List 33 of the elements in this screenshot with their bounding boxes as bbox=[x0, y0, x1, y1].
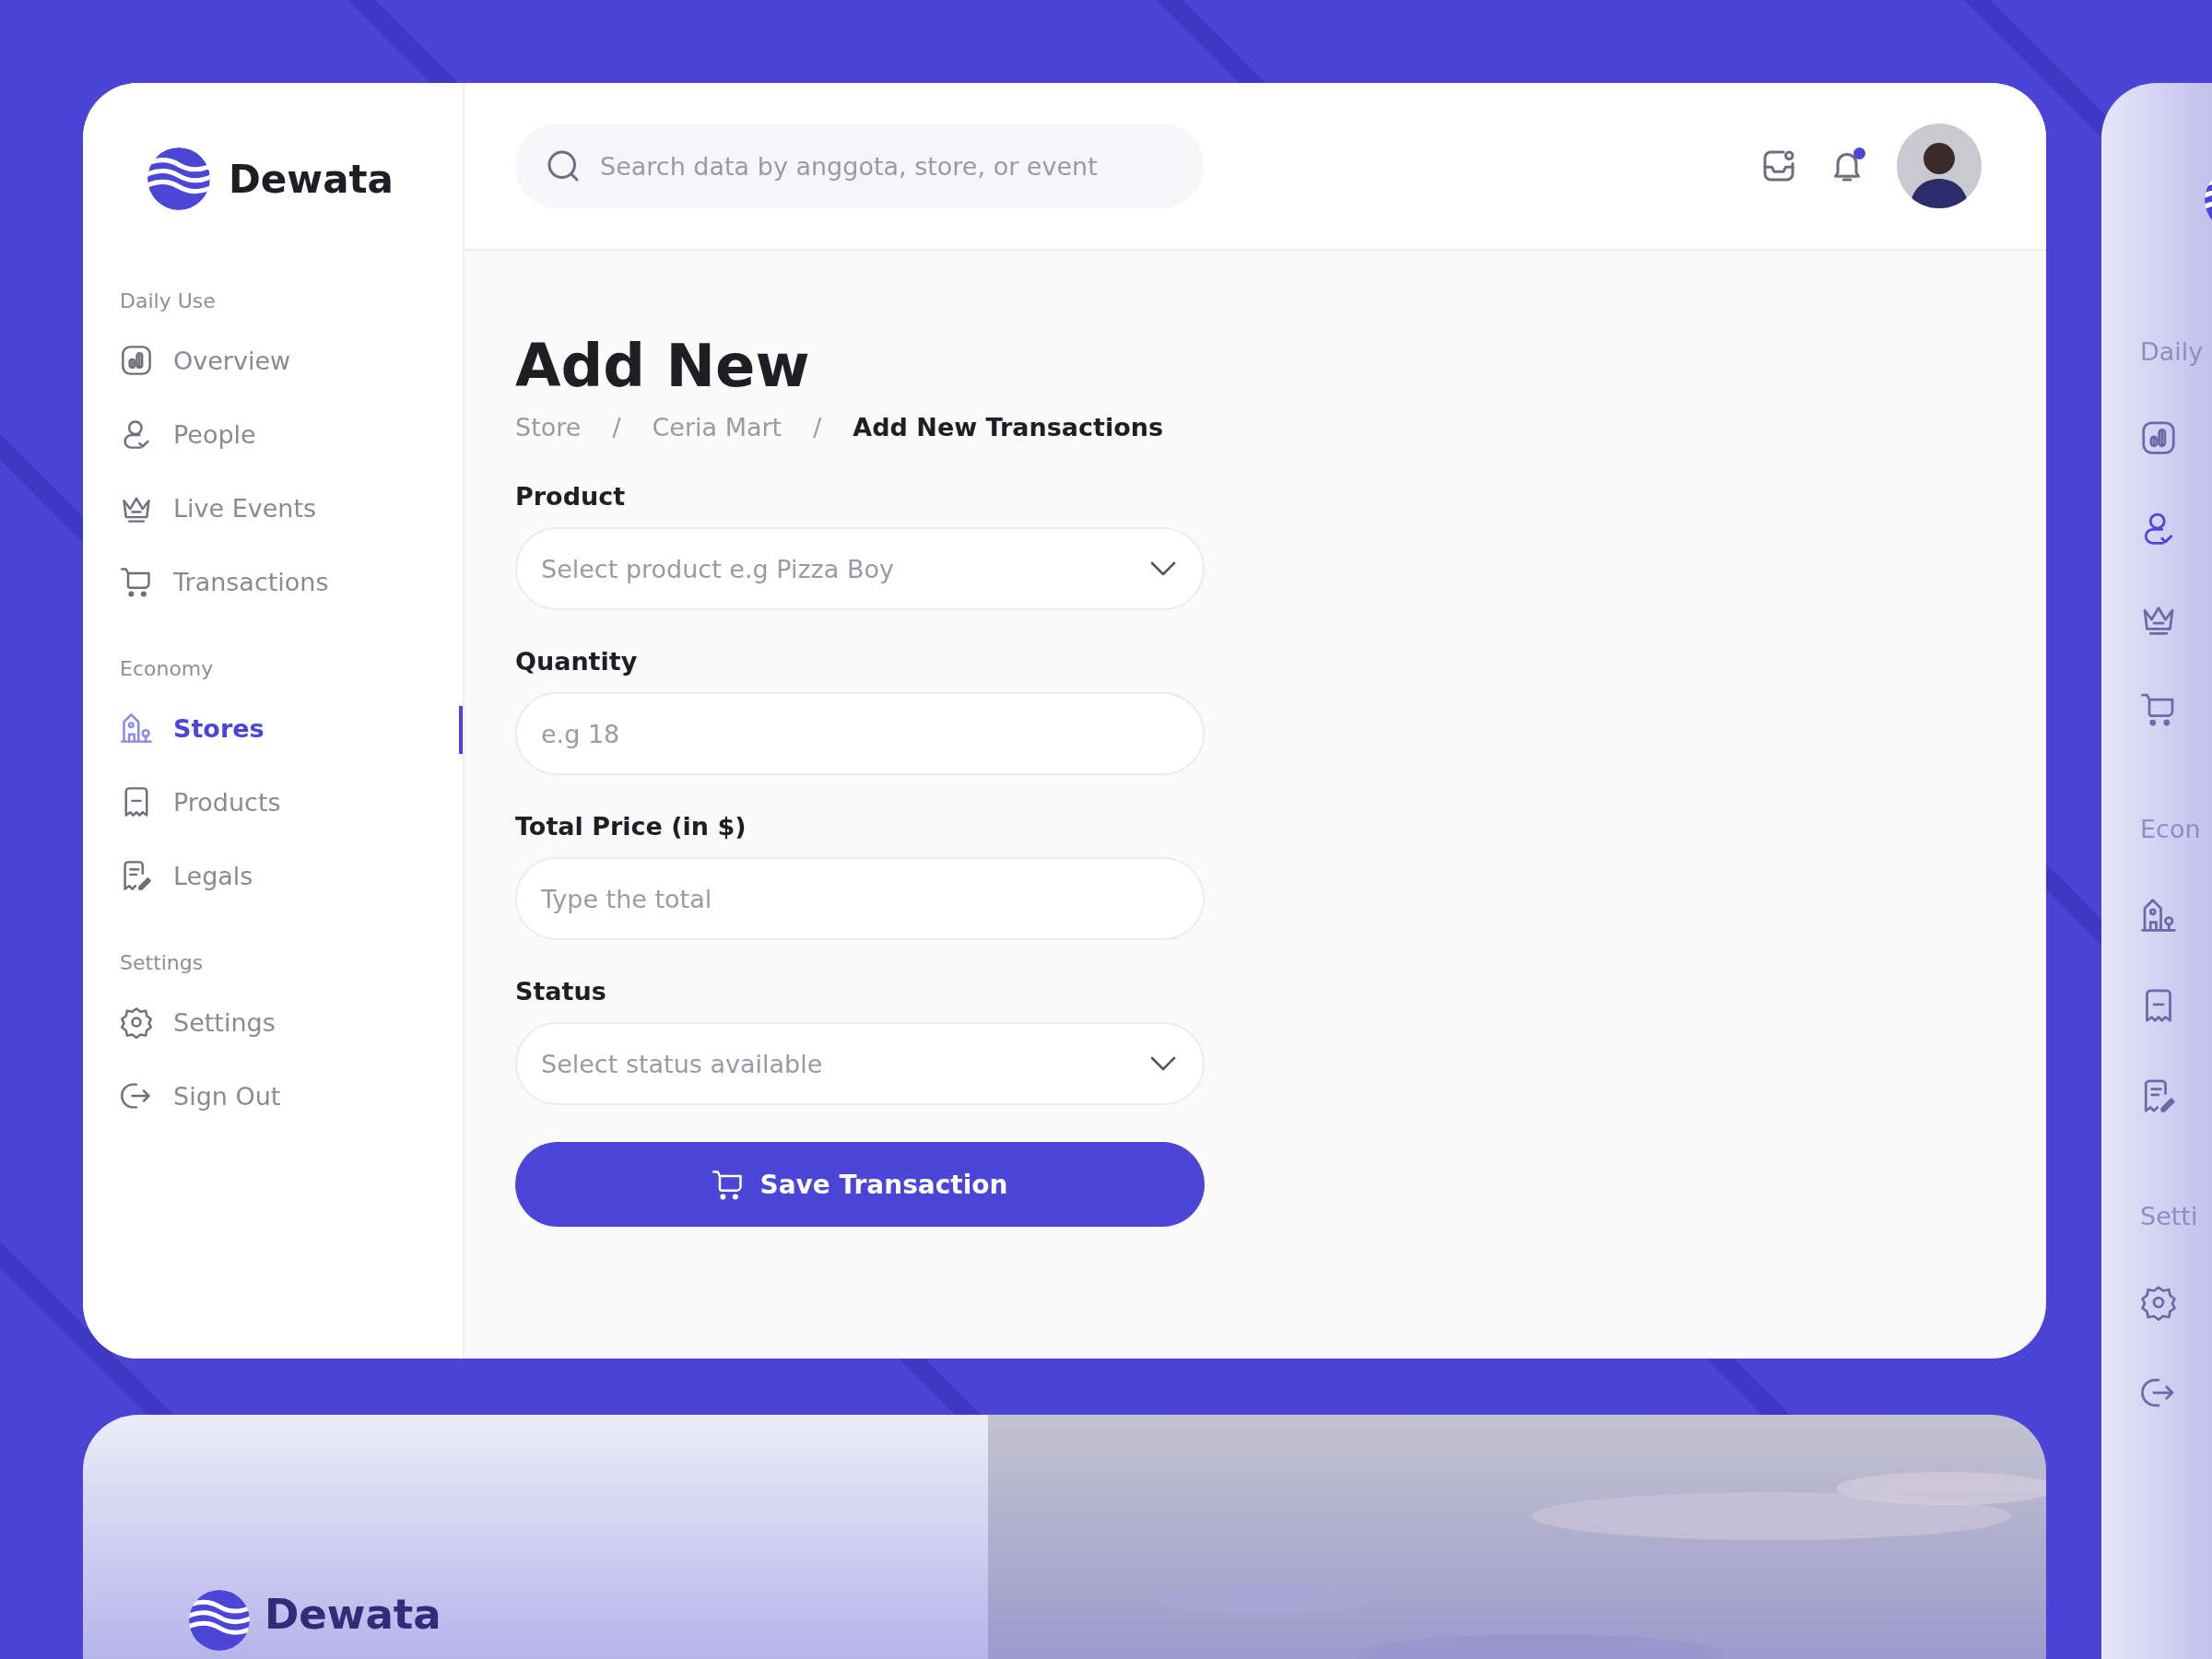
page-title: Add New bbox=[515, 332, 811, 400]
sidebar-item[interactable]: Settings bbox=[173, 1007, 276, 1037]
section-label: Daily bbox=[2140, 337, 2205, 366]
breadcrumb-separator: / bbox=[612, 413, 621, 441]
brand-name: Dewata bbox=[265, 1590, 441, 1639]
field-label: Total Price (in $) bbox=[515, 812, 747, 841]
select-field[interactable]: Select product e.g Pizza Boy bbox=[515, 527, 1205, 610]
save-button[interactable]: Save Transaction bbox=[515, 1142, 1205, 1227]
input-field[interactable]: Type the total bbox=[515, 857, 1205, 940]
field-label: Status bbox=[515, 977, 607, 1006]
select-field[interactable]: Select status available bbox=[515, 1022, 1205, 1105]
breadcrumb-separator: / bbox=[813, 413, 822, 441]
breadcrumb-link[interactable]: Ceria Mart bbox=[652, 413, 782, 441]
field-label: Quantity bbox=[515, 647, 639, 676]
search-field[interactable]: Search data by anggota, store, or event bbox=[515, 124, 1204, 208]
brand-name: Dewata bbox=[229, 156, 394, 202]
sidebar-item[interactable]: Products bbox=[173, 787, 281, 817]
section-label: Setti bbox=[2140, 1202, 2199, 1230]
section-label: Daily Use bbox=[120, 289, 217, 312]
sidebar-item[interactable]: Transactions bbox=[173, 567, 329, 596]
sidebar-item[interactable]: Overview bbox=[173, 346, 291, 375]
breadcrumb-link[interactable]: Store bbox=[515, 413, 582, 441]
sidebar-item[interactable]: Sign Out bbox=[173, 1081, 281, 1111]
sidebar-item[interactable]: People bbox=[173, 419, 256, 449]
section-label: Econ bbox=[2140, 815, 2202, 843]
field-label: Product bbox=[515, 482, 627, 511]
section-label: Economy bbox=[120, 657, 215, 680]
sidebar-item[interactable]: Stores bbox=[173, 713, 265, 743]
breadcrumb-current: Add New Transactions bbox=[853, 413, 1164, 441]
sidebar-item[interactable]: Live Events bbox=[173, 493, 317, 523]
input-field[interactable]: e.g 18 bbox=[515, 692, 1205, 775]
sidebar-item[interactable]: Legals bbox=[173, 861, 253, 890]
section-label: Settings bbox=[120, 951, 205, 974]
